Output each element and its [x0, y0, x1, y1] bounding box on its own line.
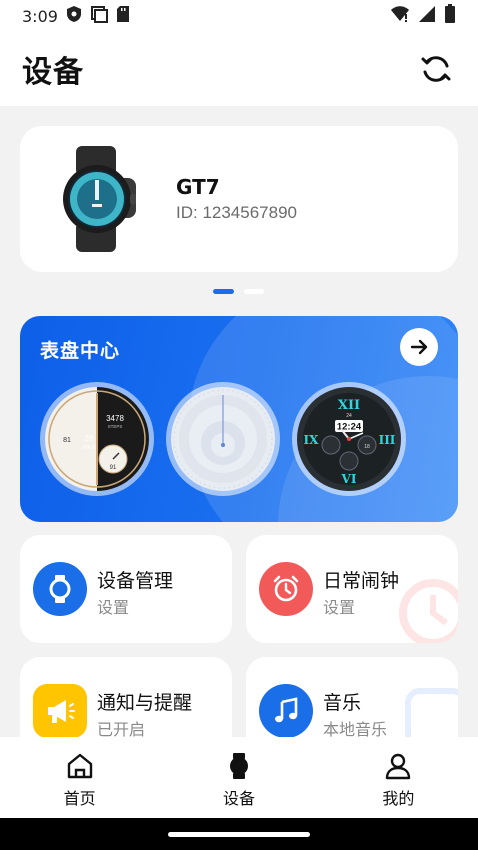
device-card[interactable]: GT7 ID: 1234567890	[20, 126, 458, 272]
pager-dot-active[interactable]	[213, 289, 234, 294]
tile-subtitle: 设置	[323, 598, 356, 617]
device-id: ID: 1234567890	[176, 203, 297, 222]
app-bar: 设备	[0, 32, 478, 106]
watch-icon	[229, 753, 248, 779]
watch-image	[42, 144, 152, 254]
sd-card-icon	[116, 5, 130, 27]
nav-label: 我的	[382, 789, 415, 808]
sync-button[interactable]	[416, 49, 456, 89]
page-title: 设备	[22, 55, 84, 90]
nav-item-profile[interactable]: 我的	[319, 737, 478, 818]
screenshot-icon	[90, 5, 108, 27]
face1-weekday: WED	[83, 445, 96, 451]
watch-face-3[interactable]: XII IX III VI 24 12:24 18	[292, 382, 406, 496]
signal-icon	[418, 5, 436, 27]
music-note-icon	[259, 684, 313, 738]
tile-title: 通知与提醒	[97, 692, 193, 714]
user-icon	[386, 753, 411, 780]
status-time: 3:09	[22, 6, 58, 26]
wifi-icon	[390, 5, 410, 27]
alarm-clock-icon	[259, 562, 313, 616]
nav-item-home[interactable]: 首页	[0, 737, 159, 818]
home-icon	[67, 753, 92, 779]
status-bar: 3:09	[0, 0, 478, 32]
sync-icon	[421, 56, 451, 82]
watch-face-1[interactable]: 3478 STEPS 28 WED 81 91	[40, 382, 154, 496]
device-name: GT7	[176, 175, 220, 199]
dial-center-arrow-button[interactable]	[400, 328, 438, 366]
dial-center-title: 表盘中心	[40, 340, 121, 362]
tile-subtitle: 设置	[97, 598, 130, 617]
nav-label: 设备	[222, 789, 255, 808]
face1-left-num: 81	[63, 437, 71, 444]
watch-icon	[33, 562, 87, 616]
tile-title: 音乐	[323, 692, 362, 714]
carousel-indicator	[213, 289, 264, 294]
home-indicator[interactable]	[168, 832, 310, 837]
face3-right-num: 18	[364, 444, 370, 450]
megaphone-icon	[33, 684, 87, 738]
bottom-navigation: 首页 设备 我的	[0, 737, 478, 818]
face3-numeral-xii: XII	[338, 398, 360, 413]
tile-title: 日常闹钟	[323, 570, 400, 592]
face3-numeral-vi: VI	[341, 472, 357, 486]
tile-device-management[interactable]: 设备管理 设置	[20, 535, 232, 643]
face3-top-num: 24	[346, 413, 352, 419]
system-navigation-bar	[0, 818, 478, 850]
nav-item-device[interactable]: 设备	[159, 737, 318, 818]
face3-time: 12:24	[337, 422, 362, 433]
face1-steps-label: STEPS	[108, 424, 123, 429]
dial-center-card[interactable]: 表盘中心 3478 STEPS 28 WED 81 91 XII IX III …	[20, 316, 458, 522]
face3-numeral-ix: IX	[304, 433, 320, 447]
face3-numeral-iii: III	[379, 433, 396, 447]
face1-steps: 3478	[106, 414, 124, 423]
arrow-right-icon	[410, 339, 428, 355]
tile-daily-alarm[interactable]: 日常闹钟 设置	[246, 535, 458, 643]
face1-day: 28	[85, 434, 94, 443]
tile-title: 设备管理	[97, 570, 174, 592]
nav-label: 首页	[63, 789, 96, 808]
shield-icon	[66, 5, 82, 27]
watch-face-2[interactable]	[166, 382, 280, 496]
battery-icon	[444, 4, 456, 28]
pager-dot[interactable]	[244, 289, 264, 294]
face1-bottom-num: 91	[110, 465, 117, 471]
